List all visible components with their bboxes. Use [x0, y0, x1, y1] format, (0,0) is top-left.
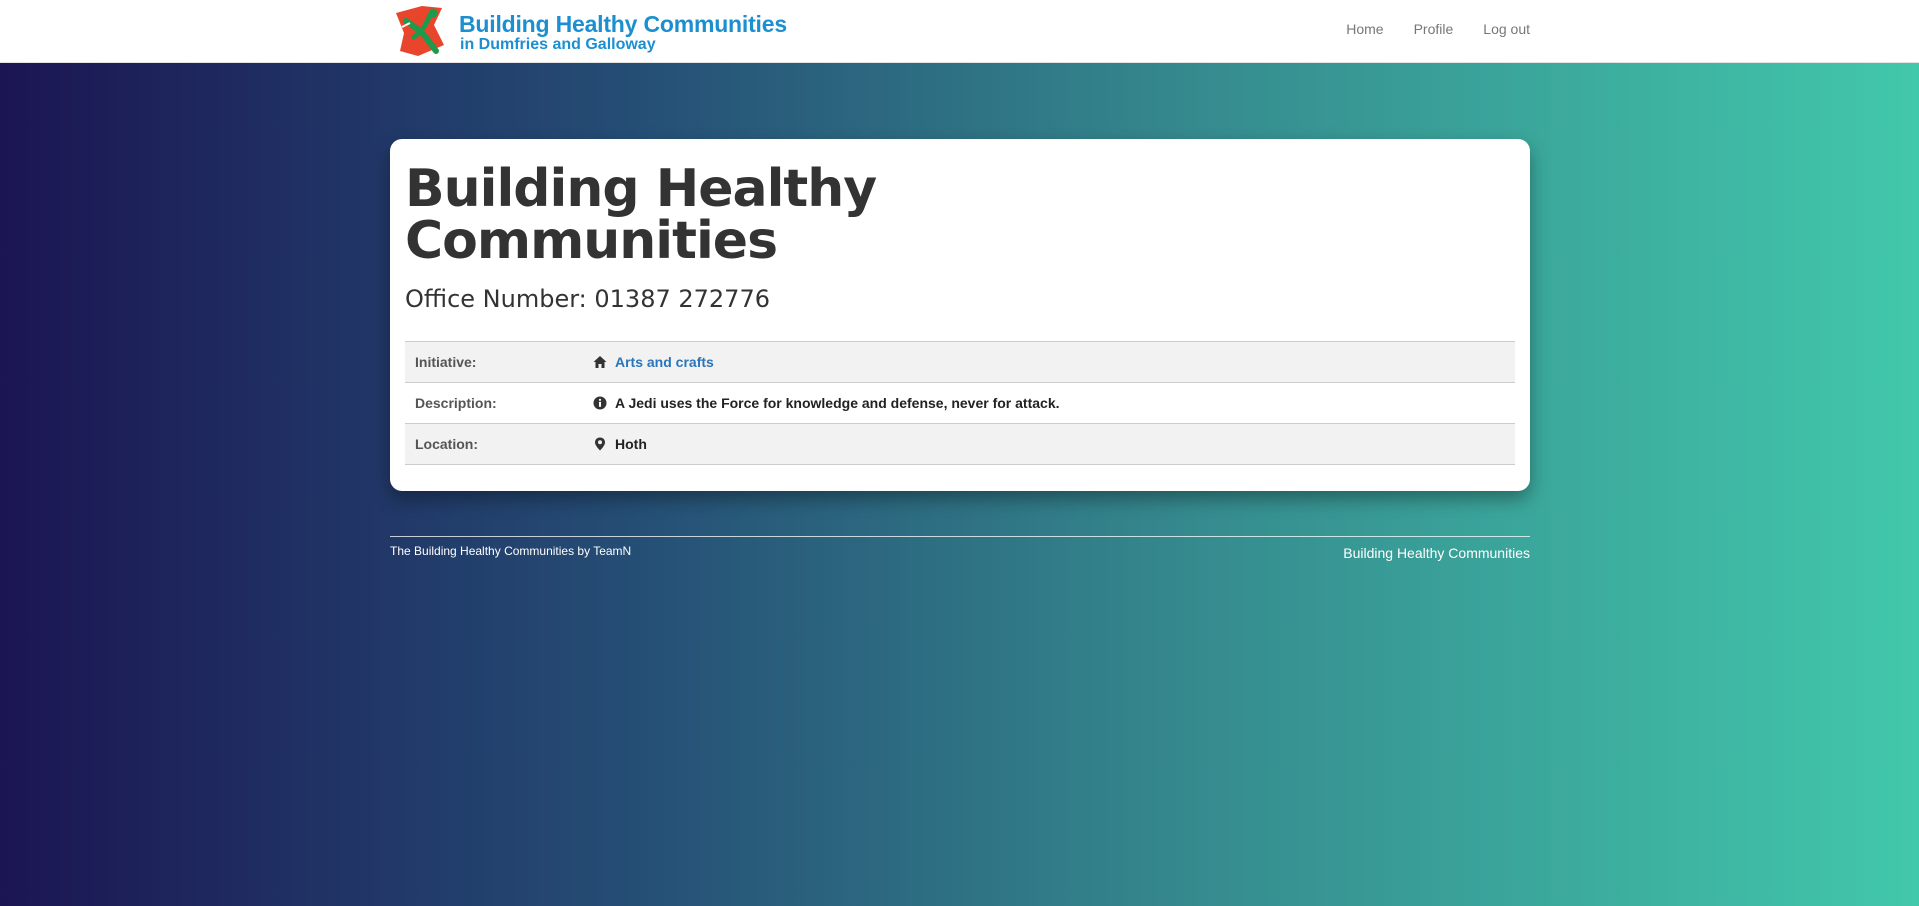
location-text: Hoth: [615, 436, 647, 452]
info-circle-icon: [593, 396, 607, 410]
details-card: Building Healthy Communities Office Numb…: [390, 139, 1530, 491]
main-nav: Home Profile Log out: [1316, 21, 1530, 37]
map-marker-icon: [595, 437, 605, 451]
nav-home-link[interactable]: Home: [1346, 21, 1383, 37]
location-label: Location:: [415, 436, 478, 452]
footer-credit: The Building Healthy Communities by Team…: [390, 544, 632, 558]
nav-profile-link[interactable]: Profile: [1414, 21, 1454, 37]
nav-logout-link[interactable]: Log out: [1483, 21, 1530, 37]
footer-site-name: Building Healthy Communities: [1343, 545, 1530, 561]
home-icon: [593, 356, 607, 368]
initiative-value-cell: Arts and crafts: [593, 342, 1515, 383]
page-title: Building Healthy Communities: [405, 159, 877, 271]
initiative-link[interactable]: Arts and crafts: [615, 354, 714, 370]
brand-title: Building Healthy Communities: [459, 11, 787, 37]
table-row: Location: Hoth: [405, 423, 1515, 465]
footer-divider: [390, 536, 1530, 537]
details-table: Initiative: Arts and crafts Description:…: [405, 341, 1515, 465]
leaping-figure-logo-icon: [396, 6, 444, 56]
brand-subtitle: in Dumfries and Galloway: [460, 36, 656, 53]
description-label: Description:: [415, 395, 497, 411]
description-text: A Jedi uses the Force for knowledge and …: [615, 395, 1060, 411]
description-value-cell: A Jedi uses the Force for knowledge and …: [593, 383, 1515, 424]
top-navbar: Building Healthy Communities in Dumfries…: [0, 0, 1919, 63]
table-row: Description: A Jedi uses the Force for k…: [405, 382, 1515, 424]
office-number: Office Number: 01387 272776: [405, 285, 770, 313]
location-value-cell: Hoth: [593, 424, 1515, 465]
table-row: Initiative: Arts and crafts: [405, 341, 1515, 383]
initiative-label: Initiative:: [415, 354, 477, 370]
brand-logo-link[interactable]: Building Healthy Communities in Dumfries…: [392, 3, 787, 59]
